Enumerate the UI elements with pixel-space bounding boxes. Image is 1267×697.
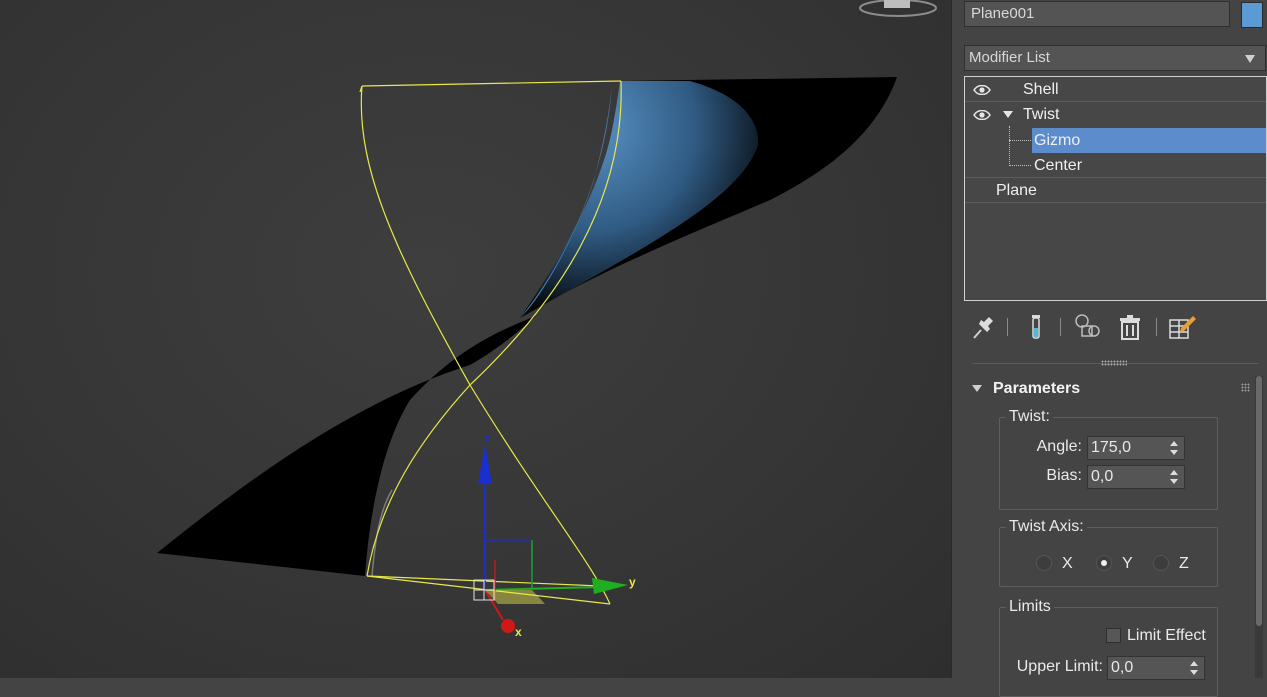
chevron-down-icon (1245, 55, 1255, 63)
parameters-rollout-header[interactable]: Parameters (968, 377, 1250, 401)
angle-label: Angle: (1036, 438, 1082, 455)
object-color-swatch[interactable] (1241, 2, 1263, 28)
stack-item-label: Gizmo (1034, 132, 1081, 149)
command-panel: Plane001 Modifier List Shell Twist Gizmo (951, 0, 1267, 697)
angle-value: 175,0 (1091, 439, 1132, 456)
gizmo-z-label: z (484, 431, 490, 445)
rollout-title: Parameters (993, 380, 1081, 397)
group-title: Twist Axis: (1006, 517, 1087, 537)
axis-z-radio[interactable] (1153, 555, 1169, 571)
configure-modifier-sets-icon[interactable] (1167, 312, 1197, 342)
limit-effect-label: Limit Effect (1127, 627, 1206, 644)
gizmo-x-label: x (515, 625, 522, 639)
make-unique-icon[interactable] (1072, 312, 1102, 342)
axis-x-label: X (1062, 555, 1073, 572)
stack-subitem-center[interactable]: Center (965, 153, 1266, 178)
collapse-triangle-icon[interactable] (972, 385, 982, 392)
object-name-field[interactable]: Plane001 (964, 1, 1230, 27)
spinner-down-icon[interactable] (1190, 670, 1198, 675)
stack-item-label: Center (1034, 157, 1083, 174)
twist-group: Twist: Angle: 175,0 Bias: 0,0 (999, 407, 1218, 510)
spinner-down-icon[interactable] (1170, 479, 1178, 484)
bias-value: 0,0 (1091, 468, 1114, 485)
bias-spinner[interactable]: 0,0 (1087, 465, 1185, 489)
bias-label: Bias: (1046, 467, 1082, 484)
axis-x-radio[interactable] (1036, 555, 1052, 571)
stack-item-label: Twist (1023, 106, 1060, 123)
stack-subitem-gizmo[interactable]: Gizmo (1032, 128, 1266, 153)
group-title: Limits (1006, 597, 1054, 617)
spinner-down-icon[interactable] (1170, 450, 1178, 455)
limit-effect-checkbox[interactable] (1106, 628, 1121, 643)
spinner-up-icon[interactable] (1190, 661, 1198, 666)
spinner-up-icon[interactable] (1170, 470, 1178, 475)
viewcube-icon[interactable] (859, 0, 937, 17)
eye-icon[interactable] (973, 110, 991, 120)
viewport-scene: z y x (157, 0, 937, 639)
stack-item-label: Plane (996, 182, 1037, 199)
limits-group: Limits Limit Effect Upper Limit: 0,0 (999, 597, 1218, 697)
axis-z-label: Z (1179, 555, 1189, 572)
rollout-grip-icon[interactable] (1241, 383, 1250, 392)
stack-item-label: Shell (1023, 81, 1059, 98)
transform-gizmo[interactable]: z y x (473, 431, 636, 639)
stack-item-plane[interactable]: Plane (965, 178, 1266, 203)
modifier-list-dropdown[interactable]: Modifier List (964, 45, 1266, 71)
upper-limit-value: 0,0 (1111, 659, 1134, 676)
modifier-stack: Shell Twist Gizmo Center Plane (964, 76, 1267, 301)
angle-spinner[interactable]: 175,0 (1087, 436, 1185, 460)
twisted-plane-mesh[interactable] (157, 77, 897, 577)
axis-y-label: Y (1122, 555, 1133, 572)
viewport[interactable]: z y x (0, 0, 951, 678)
eye-icon[interactable] (973, 85, 991, 95)
splitter-grip-icon[interactable] (1101, 360, 1127, 366)
group-title: Twist: (1006, 407, 1053, 427)
stack-item-shell[interactable]: Shell (965, 77, 1266, 102)
scrollbar-thumb[interactable] (1256, 376, 1262, 626)
upper-limit-spinner[interactable]: 0,0 (1107, 656, 1205, 680)
upper-limit-label: Upper Limit: (1016, 658, 1103, 675)
panel-scrollbar[interactable] (1255, 376, 1263, 678)
expand-triangle-icon[interactable] (1003, 111, 1013, 118)
stack-toolbar (968, 308, 1267, 344)
twist-axis-group: Twist Axis: X Y Z (999, 517, 1218, 587)
show-end-result-icon[interactable] (1021, 312, 1051, 342)
gizmo-y-label: y (629, 575, 636, 589)
pin-stack-icon[interactable] (968, 312, 998, 342)
axis-y-radio[interactable] (1096, 555, 1112, 571)
remove-modifier-icon[interactable] (1115, 312, 1145, 342)
modifier-list-label: Modifier List (969, 49, 1050, 66)
tree-connector (1009, 140, 1031, 141)
spinner-up-icon[interactable] (1170, 441, 1178, 446)
stack-item-twist[interactable]: Twist (965, 102, 1266, 127)
